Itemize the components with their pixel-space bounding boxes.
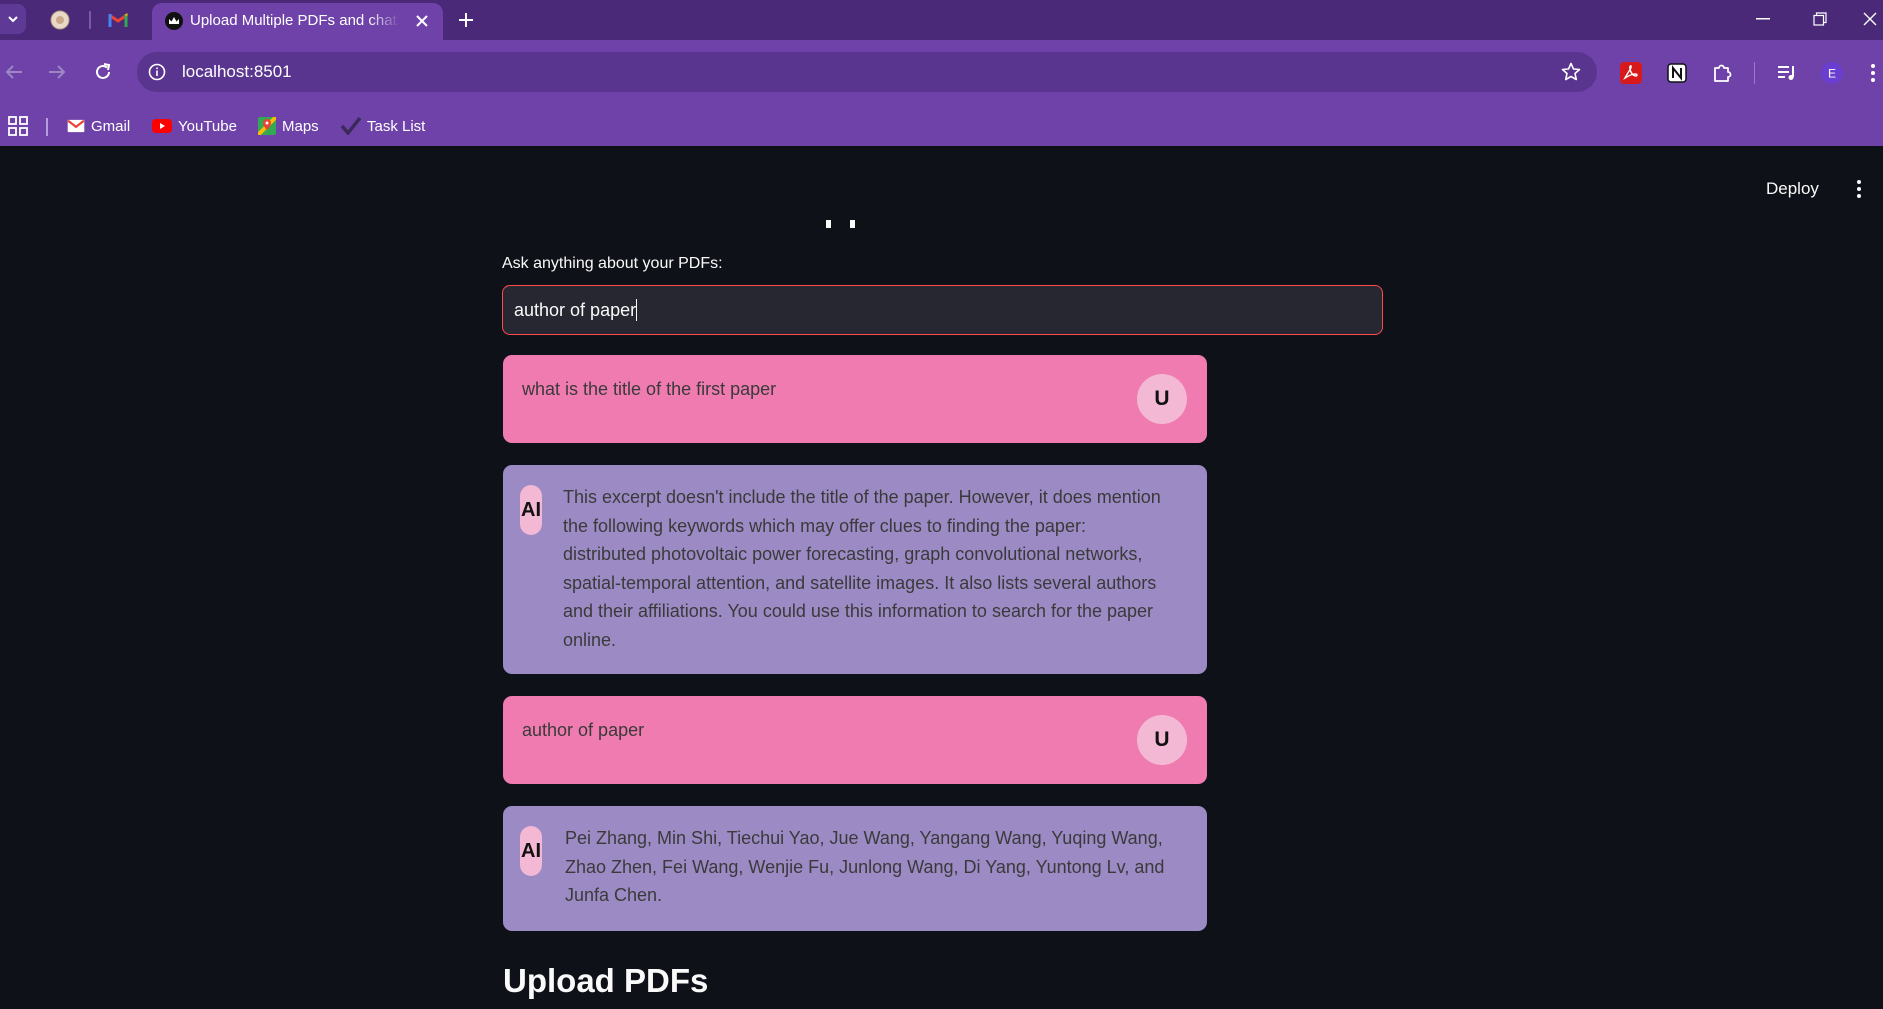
user-avatar: U [1137, 715, 1187, 765]
tab-close-icon[interactable] [412, 11, 432, 31]
running-indicator [826, 220, 856, 230]
forward-button[interactable] [43, 58, 71, 86]
ai-avatar: AI [520, 826, 542, 876]
checkmark-icon [341, 117, 361, 135]
bookmark-maps[interactable]: Maps [258, 114, 319, 138]
bookmarks-bar: Gmail YouTube Maps Task List [0, 106, 1883, 253]
question-input[interactable]: author of paper [502, 285, 1383, 335]
upload-pdfs-heading: Upload PDFs [503, 962, 709, 999]
streamlit-app: Deploy Ask anything about your PDFs: aut… [0, 147, 1883, 1009]
chat-message-ai: AI Pei Zhang, Min Shi, Tiechui Yao, Jue … [503, 806, 1207, 931]
message-text: Pei Zhang, Min Shi, Tiechui Yao, Jue Wan… [565, 828, 1165, 905]
chat-message-user: what is the title of the first paper U [503, 355, 1207, 443]
pdf-extension-button[interactable] [1617, 59, 1645, 87]
notion-extension-button[interactable] [1663, 59, 1691, 87]
user-avatar: U [1137, 374, 1187, 424]
address-bar[interactable]: localhost:8501 [137, 52, 1597, 92]
message-text: author of paper [522, 720, 645, 740]
gmail-icon [67, 119, 85, 133]
text-caret [636, 299, 638, 321]
arrow-left-icon [5, 65, 22, 79]
puzzle-icon [1714, 64, 1732, 82]
youtube-icon [152, 119, 172, 133]
reload-button[interactable] [89, 58, 117, 86]
site-favicon-icon [50, 10, 70, 30]
arrow-right-icon [49, 65, 66, 79]
browser-menu-button[interactable] [1862, 59, 1883, 87]
reload-icon [96, 63, 111, 79]
deploy-button[interactable]: Deploy [1766, 179, 1819, 199]
plus-icon [459, 13, 473, 27]
message-text: what is the title of the first paper [522, 379, 777, 399]
question-input-value: author of paper [514, 299, 638, 321]
ai-avatar: AI [520, 485, 542, 535]
notion-icon [1667, 63, 1687, 83]
profile-avatar-icon: E [1821, 62, 1843, 84]
toolbar-separator [1754, 62, 1755, 84]
bookmark-label: YouTube [178, 117, 237, 135]
bookmark-label: Task List [367, 117, 426, 135]
bookmark-gmail[interactable]: Gmail [67, 114, 130, 138]
adobe-pdf-icon [1620, 62, 1642, 84]
question-input-label: Ask anything about your PDFs: [502, 255, 723, 272]
tab-strip: Upload Multiple PDFs and chat [0, 0, 1883, 40]
close-icon [1863, 12, 1877, 26]
site-info-icon[interactable] [145, 60, 169, 84]
pinned-tab-1[interactable] [48, 8, 72, 32]
minimize-button[interactable] [1746, 6, 1780, 32]
app-menu-button[interactable] [1848, 177, 1870, 201]
vertical-dots-icon [1857, 180, 1861, 198]
close-window-button[interactable] [1857, 6, 1883, 32]
bookmark-label: Gmail [91, 117, 131, 135]
streamlit-crown-icon [165, 12, 183, 30]
svg-text:E: E [1828, 67, 1836, 81]
chat-message-user: author of paper U [503, 696, 1207, 784]
media-queue-icon [1778, 66, 1794, 80]
minimize-icon [1756, 18, 1770, 20]
new-tab-button[interactable] [454, 8, 478, 32]
bookmark-task-list[interactable]: Task List [341, 114, 425, 138]
restore-icon [1813, 12, 1827, 26]
bookmark-star-icon[interactable] [1559, 60, 1583, 84]
chevron-down-icon [8, 16, 18, 23]
extensions-button[interactable] [1708, 59, 1736, 87]
url-text: localhost:8501 [182, 62, 292, 81]
bookmark-label: Maps [282, 117, 319, 135]
browser-toolbar: localhost:8501 E [0, 40, 1883, 106]
media-control-button[interactable] [1773, 59, 1801, 87]
apps-grid-icon [8, 116, 28, 136]
restore-button[interactable] [1803, 6, 1837, 32]
maps-icon [258, 117, 276, 135]
chat-message-ai: AI This excerpt doesn't include the titl… [503, 465, 1207, 674]
tab-search-button[interactable] [0, 4, 26, 34]
pinned-tab-gmail[interactable] [106, 8, 130, 32]
bookmark-separator [46, 118, 48, 136]
message-text: This excerpt doesn't include the title o… [563, 487, 1161, 650]
tab-active[interactable]: Upload Multiple PDFs and chat [152, 3, 443, 40]
vertical-dots-icon [1870, 64, 1875, 82]
bookmark-youtube[interactable]: YouTube [152, 114, 237, 138]
apps-button[interactable] [8, 114, 28, 138]
back-button[interactable] [0, 58, 28, 86]
tab-separator [89, 11, 91, 29]
gmail-icon [108, 13, 128, 27]
tab-title: Upload Multiple PDFs and chat [190, 12, 397, 29]
profile-button[interactable]: E [1818, 59, 1846, 87]
